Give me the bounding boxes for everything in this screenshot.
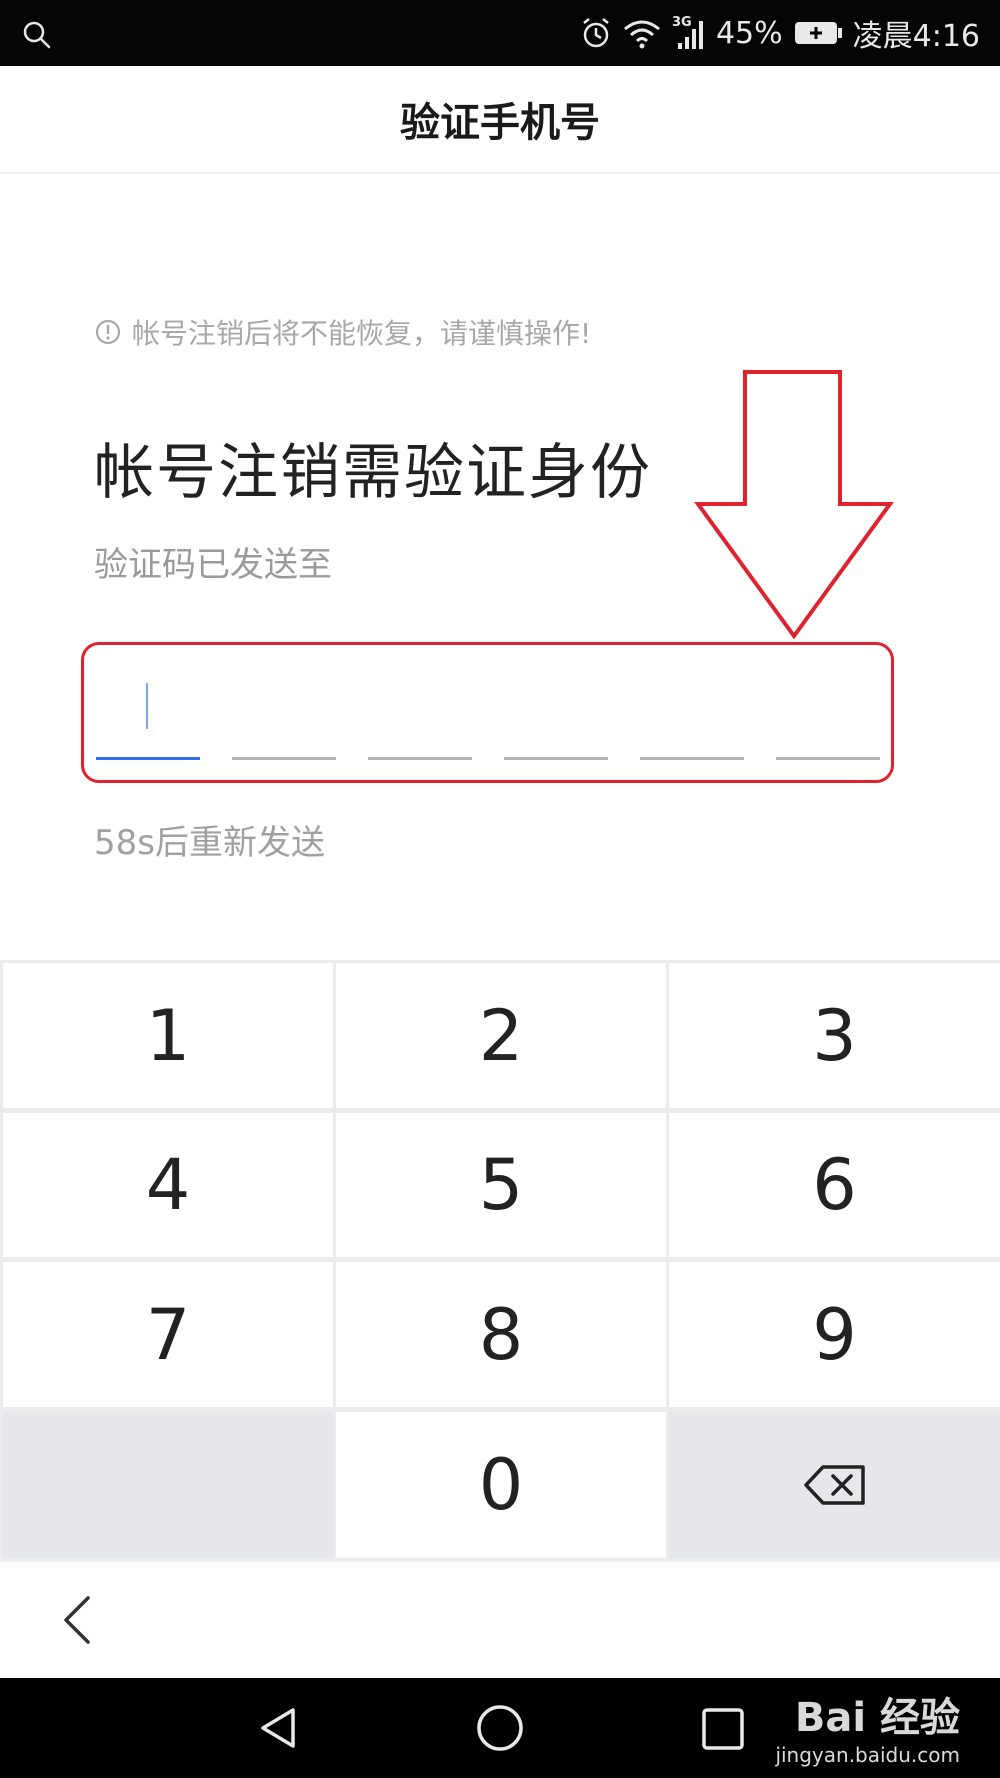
- warning-notice: 帐号注销后将不能恢复，请谨慎操作!: [94, 312, 591, 352]
- key-9[interactable]: 9: [669, 1262, 1000, 1407]
- backspace-key[interactable]: [669, 1412, 1000, 1558]
- key-4[interactable]: 4: [3, 1113, 333, 1257]
- key-7[interactable]: 7: [3, 1262, 333, 1407]
- key-0[interactable]: 0: [336, 1412, 666, 1558]
- annotation-arrow-icon: [694, 370, 894, 640]
- key-8[interactable]: 8: [336, 1262, 666, 1407]
- code-slot-6[interactable]: [776, 757, 880, 760]
- battery-icon: [794, 22, 842, 44]
- key-3[interactable]: 3: [669, 963, 1000, 1108]
- watermark-main: Bai 经验: [794, 1695, 960, 1741]
- verify-heading: 帐号注销需验证身份: [94, 438, 652, 508]
- alarm-icon: [583, 18, 609, 48]
- numeric-keypad: 1 2 3 4 5 6 7 8 9 0: [0, 960, 1000, 1560]
- nav-home-icon[interactable]: [474, 1702, 526, 1754]
- code-slot-5[interactable]: [640, 757, 744, 760]
- baidu-watermark: Bai 经验 jingyan.baidu.com: [775, 1685, 960, 1767]
- text-cursor: [146, 683, 148, 729]
- signal-icon: 3G: [672, 13, 706, 53]
- backspace-icon: [803, 1465, 865, 1505]
- resend-countdown: 58s后重新发送: [94, 823, 325, 863]
- warning-text: 帐号注销后将不能恢复，请谨慎操作!: [132, 317, 592, 350]
- code-slot-3[interactable]: [368, 757, 472, 760]
- code-slot-4[interactable]: [504, 757, 608, 760]
- battery-percent: 45%: [715, 15, 783, 51]
- title-bar: 验证手机号: [0, 66, 1000, 174]
- key-2[interactable]: 2: [336, 963, 666, 1108]
- key-1[interactable]: 1: [3, 963, 333, 1108]
- key-empty: [3, 1412, 333, 1558]
- clock: 凌晨4:16: [852, 19, 980, 54]
- nav-back-icon[interactable]: [255, 1704, 303, 1752]
- sent-to-text: 验证码已发送至: [94, 545, 332, 585]
- status-bar: 3G 45% 凌晨4:16: [0, 0, 1000, 66]
- key-5[interactable]: 5: [336, 1113, 666, 1257]
- key-6[interactable]: 6: [669, 1113, 1000, 1257]
- verification-code-input[interactable]: [81, 642, 894, 783]
- wifi-icon: [623, 20, 660, 49]
- nav-recents-icon[interactable]: [700, 1706, 746, 1752]
- watermark-sub: jingyan.baidu.com: [775, 1743, 960, 1767]
- bottom-bar: [0, 1560, 1000, 1678]
- info-icon: [95, 319, 121, 345]
- code-slot-1[interactable]: [96, 757, 200, 760]
- page-title: 验证手机号: [400, 100, 600, 146]
- code-slot-2[interactable]: [232, 757, 336, 760]
- search-icon[interactable]: [22, 20, 52, 50]
- back-chevron-icon[interactable]: [58, 1590, 98, 1650]
